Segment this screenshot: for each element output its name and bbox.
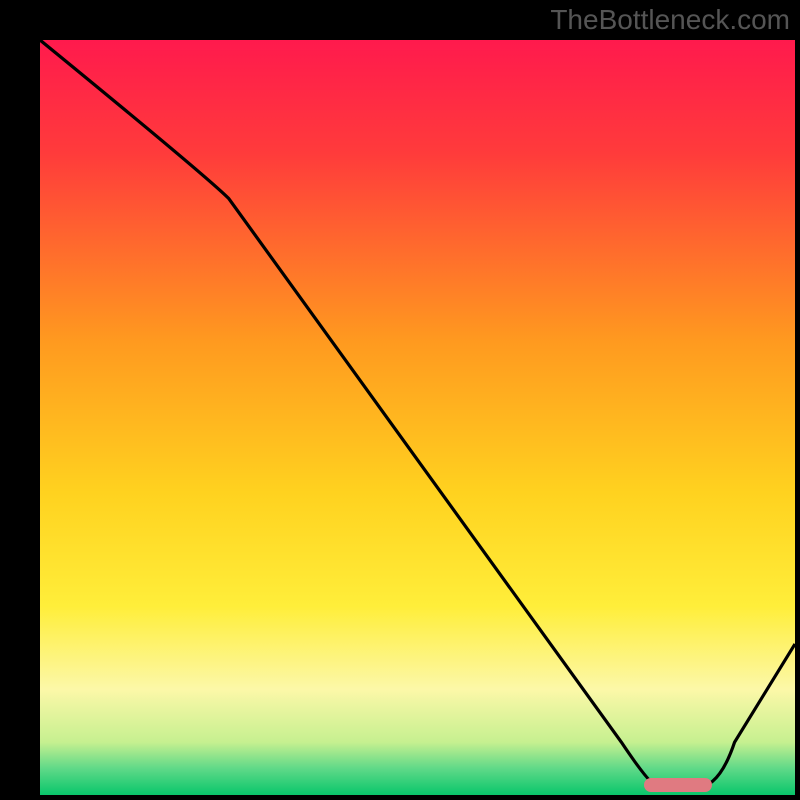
optimal-range-marker	[644, 778, 712, 792]
watermark-text: TheBottleneck.com	[550, 4, 790, 36]
plot-area	[40, 40, 795, 795]
chart-container: TheBottleneck.com	[0, 0, 800, 800]
gradient-background	[40, 40, 795, 795]
